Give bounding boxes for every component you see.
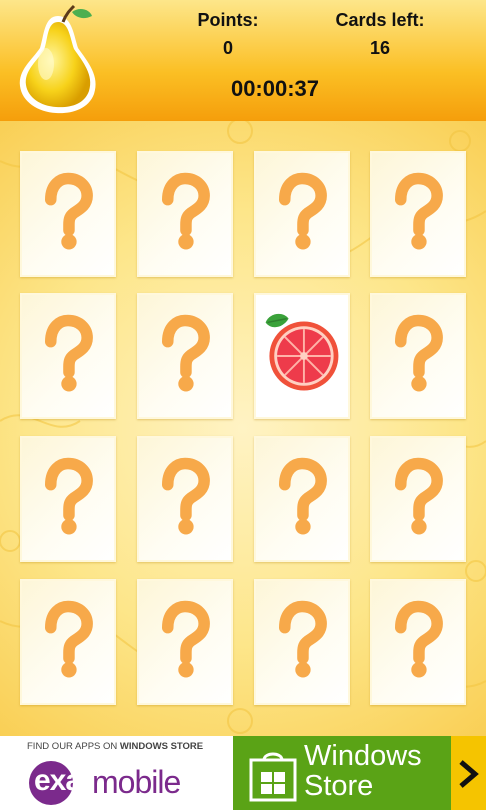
card-hidden[interactable]: [137, 436, 233, 562]
card-hidden[interactable]: [370, 151, 466, 277]
card-hidden[interactable]: [137, 293, 233, 419]
points-label: Points:: [197, 10, 259, 30]
question-mark-icon: [395, 457, 443, 535]
question-mark-icon: [45, 600, 93, 678]
question-mark-icon: [162, 314, 210, 392]
question-mark-icon: [279, 172, 327, 250]
chevron-right-icon: [459, 760, 479, 788]
question-mark-icon: [45, 457, 93, 535]
question-mark-icon: [395, 600, 443, 678]
card-hidden[interactable]: [370, 293, 466, 419]
brand-mobile: mobile: [92, 764, 181, 800]
card-hidden[interactable]: [254, 579, 350, 705]
card-hidden[interactable]: [20, 151, 116, 277]
question-mark-icon: [279, 457, 327, 535]
question-mark-icon: [395, 172, 443, 250]
question-mark-icon: [162, 172, 210, 250]
card-revealed[interactable]: [254, 293, 350, 419]
card-hidden[interactable]: [20, 579, 116, 705]
card-hidden[interactable]: [254, 151, 350, 277]
card-hidden[interactable]: [137, 579, 233, 705]
card-hidden[interactable]: [370, 579, 466, 705]
card-hidden[interactable]: [370, 436, 466, 562]
brand-exa: exa: [34, 764, 82, 797]
windows-store-bag-icon: [249, 752, 297, 802]
question-mark-icon: [45, 172, 93, 250]
ad-banner[interactable]: FIND OUR APPS ON WINDOWS STORE exa mobil…: [0, 736, 486, 810]
question-mark-icon: [45, 314, 93, 392]
exa-mobile-ad[interactable]: FIND OUR APPS ON WINDOWS STORE exa mobil…: [0, 736, 233, 810]
store-line1: Windows: [304, 740, 422, 772]
windows-store-ad[interactable]: Windows Store: [233, 736, 486, 810]
windows-store-text: Windows Store: [304, 741, 422, 801]
ad-next-button[interactable]: [451, 736, 486, 810]
store-line2: Store: [304, 770, 374, 802]
game-header: Points: 0 Cards left: 16 00:00:37: [0, 0, 486, 123]
grapefruit-icon: [265, 313, 339, 391]
card-hidden[interactable]: [20, 293, 116, 419]
question-mark-icon: [162, 600, 210, 678]
ad-tagline: FIND OUR APPS ON WINDOWS STORE: [27, 741, 204, 752]
question-mark-icon: [395, 314, 443, 392]
cards-left-label: Cards left:: [335, 10, 425, 30]
card-hidden[interactable]: [137, 151, 233, 277]
card-hidden[interactable]: [254, 436, 350, 562]
card-hidden[interactable]: [20, 436, 116, 562]
points-value: 0: [222, 38, 233, 58]
game-board: [0, 121, 486, 736]
timer: 00:00:37: [230, 76, 320, 101]
cards-left-value: 16: [369, 38, 391, 58]
question-mark-icon: [279, 600, 327, 678]
pear-icon: [19, 4, 96, 114]
question-mark-icon: [162, 457, 210, 535]
